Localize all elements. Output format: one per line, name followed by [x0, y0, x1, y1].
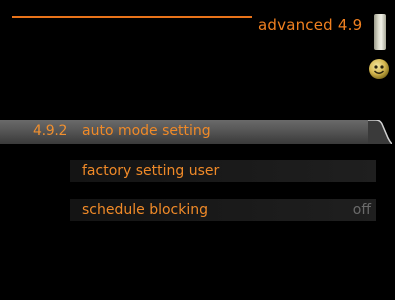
menu-item-label: auto mode setting [82, 123, 211, 139]
menu-item-label: factory setting user [82, 163, 220, 179]
menu-item-value: off [352, 202, 371, 218]
menu-item-label: schedule blocking [82, 202, 208, 218]
page-title: advanced 4.9 [258, 16, 363, 34]
display-screen: advanced 4.9 4.9.2 auto mode setting fac… [0, 0, 395, 300]
selection-tab-icon [368, 120, 392, 144]
menu-item-factory-setting-user[interactable]: factory setting user [0, 160, 395, 184]
scroll-bar-icon[interactable] [374, 14, 386, 50]
header-rule [12, 16, 252, 18]
menu-item-number: 4.9.2 [33, 123, 68, 139]
menu-item-schedule-blocking[interactable]: schedule blocking off [0, 199, 395, 223]
menu-item-auto-mode-setting[interactable]: 4.9.2 auto mode setting [0, 120, 395, 144]
smiley-status-icon [369, 59, 389, 79]
